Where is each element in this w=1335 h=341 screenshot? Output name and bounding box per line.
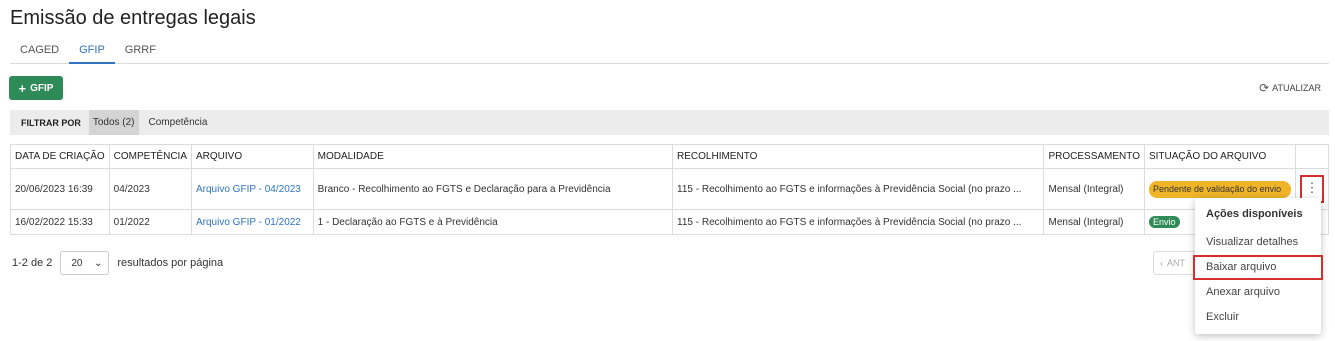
cell-arquivo: Arquivo GFIP - 04/2023 bbox=[191, 168, 314, 210]
add-gfip-button[interactable]: + GFIP bbox=[9, 76, 63, 100]
col-header-data-criacao[interactable]: DATA DE CRIAÇÃO bbox=[10, 144, 110, 169]
refresh-icon: ⟳ bbox=[1259, 81, 1270, 95]
refresh-label: ATUALIZAR bbox=[1272, 83, 1321, 93]
tab-caged[interactable]: CAGED bbox=[10, 40, 69, 64]
cell-processamento: Mensal (Integral) bbox=[1043, 168, 1145, 210]
col-header-recolhimento[interactable]: RECOLHIMENTO bbox=[672, 144, 1045, 169]
cell-recolhimento: 115 - Recolhimento ao FGTS e informações… bbox=[672, 209, 1045, 235]
plus-icon: + bbox=[18, 80, 27, 96]
actions-menu-header: Ações disponíveis bbox=[1206, 208, 1303, 220]
cell-recolhimento: 115 - Recolhimento ao FGTS e informações… bbox=[672, 168, 1045, 210]
per-page-label: resultados por página bbox=[117, 257, 224, 269]
add-gfip-label: GFIP bbox=[30, 82, 54, 94]
col-header-arquivo[interactable]: ARQUIVO bbox=[191, 144, 314, 169]
cell-modalidade: 1 - Declaração ao FGTS e à Previdência bbox=[312, 209, 674, 235]
cell-data-criacao: 16/02/2022 15:33 bbox=[10, 209, 110, 235]
cell-modalidade: Branco - Recolhimento ao FGTS e Declaraç… bbox=[312, 168, 674, 210]
table-row: 16/02/2022 15:33 01/2022 Arquivo GFIP - … bbox=[10, 209, 1330, 235]
page-title: Emissão de entregas legais bbox=[10, 7, 256, 29]
prev-page-label: ANT bbox=[1167, 258, 1185, 268]
cell-competencia: 04/2023 bbox=[108, 168, 193, 210]
filter-label: FILTRAR POR bbox=[21, 117, 81, 128]
status-badge: Pendente de validação do envio bbox=[1148, 180, 1291, 198]
table-row: 20/06/2023 16:39 04/2023 Arquivo GFIP - … bbox=[10, 168, 1330, 210]
page-size-select[interactable]: 20 ⌄ bbox=[60, 251, 110, 275]
filter-option-competencia[interactable]: Competência bbox=[139, 110, 212, 135]
table-header-row: DATA DE CRIAÇÃO COMPETÊNCIA ARQUIVO MODA… bbox=[10, 144, 1330, 169]
files-table: DATA DE CRIAÇÃO COMPETÊNCIA ARQUIVO MODA… bbox=[10, 144, 1330, 235]
col-header-situacao[interactable]: SITUAÇÃO DO ARQUIVO bbox=[1143, 144, 1296, 169]
col-header-competencia[interactable]: COMPETÊNCIA bbox=[108, 144, 193, 169]
status-badge: Envio bbox=[1148, 216, 1180, 228]
col-header-actions bbox=[1294, 144, 1330, 169]
col-header-processamento[interactable]: PROCESSAMENTO bbox=[1043, 144, 1145, 169]
filter-bar: FILTRAR POR Todos (2) Competência bbox=[10, 110, 1329, 135]
file-link[interactable]: Arquivo GFIP - 01/2022 bbox=[196, 217, 301, 228]
refresh-button[interactable]: ⟳ ATUALIZAR bbox=[1259, 81, 1321, 95]
file-link[interactable]: Arquivo GFIP - 04/2023 bbox=[196, 184, 301, 195]
col-header-modalidade[interactable]: MODALIDADE bbox=[312, 144, 674, 169]
cell-processamento: Mensal (Integral) bbox=[1043, 209, 1145, 235]
results-range: 1-2 de 2 bbox=[12, 257, 53, 269]
menu-item-download-file[interactable]: Baixar arquivo bbox=[1193, 255, 1323, 280]
cell-competencia: 01/2022 bbox=[108, 209, 193, 235]
filter-option-todos[interactable]: Todos (2) bbox=[88, 110, 139, 135]
menu-item-attach-file[interactable]: Anexar arquivo bbox=[1195, 280, 1321, 305]
tab-bar: CAGED GFIP GRRF bbox=[10, 40, 1329, 64]
tab-grrf[interactable]: GRRF bbox=[115, 40, 166, 64]
chevron-left-icon: ‹ bbox=[1160, 258, 1163, 268]
page-size-value: 20 bbox=[71, 257, 83, 269]
chevron-down-icon: ⌄ bbox=[93, 257, 103, 269]
menu-item-delete[interactable]: Excluir bbox=[1195, 305, 1321, 330]
cell-arquivo: Arquivo GFIP - 01/2022 bbox=[191, 209, 314, 235]
tab-gfip[interactable]: GFIP bbox=[69, 40, 115, 64]
actions-dropdown: Ações disponíveis Visualizar detalhes Ba… bbox=[1193, 198, 1323, 334]
cell-data-criacao: 20/06/2023 16:39 bbox=[10, 168, 110, 210]
menu-item-view-details[interactable]: Visualizar detalhes bbox=[1195, 230, 1321, 255]
pagination: 1-2 de 2 20 ⌄ resultados por página bbox=[12, 251, 223, 275]
